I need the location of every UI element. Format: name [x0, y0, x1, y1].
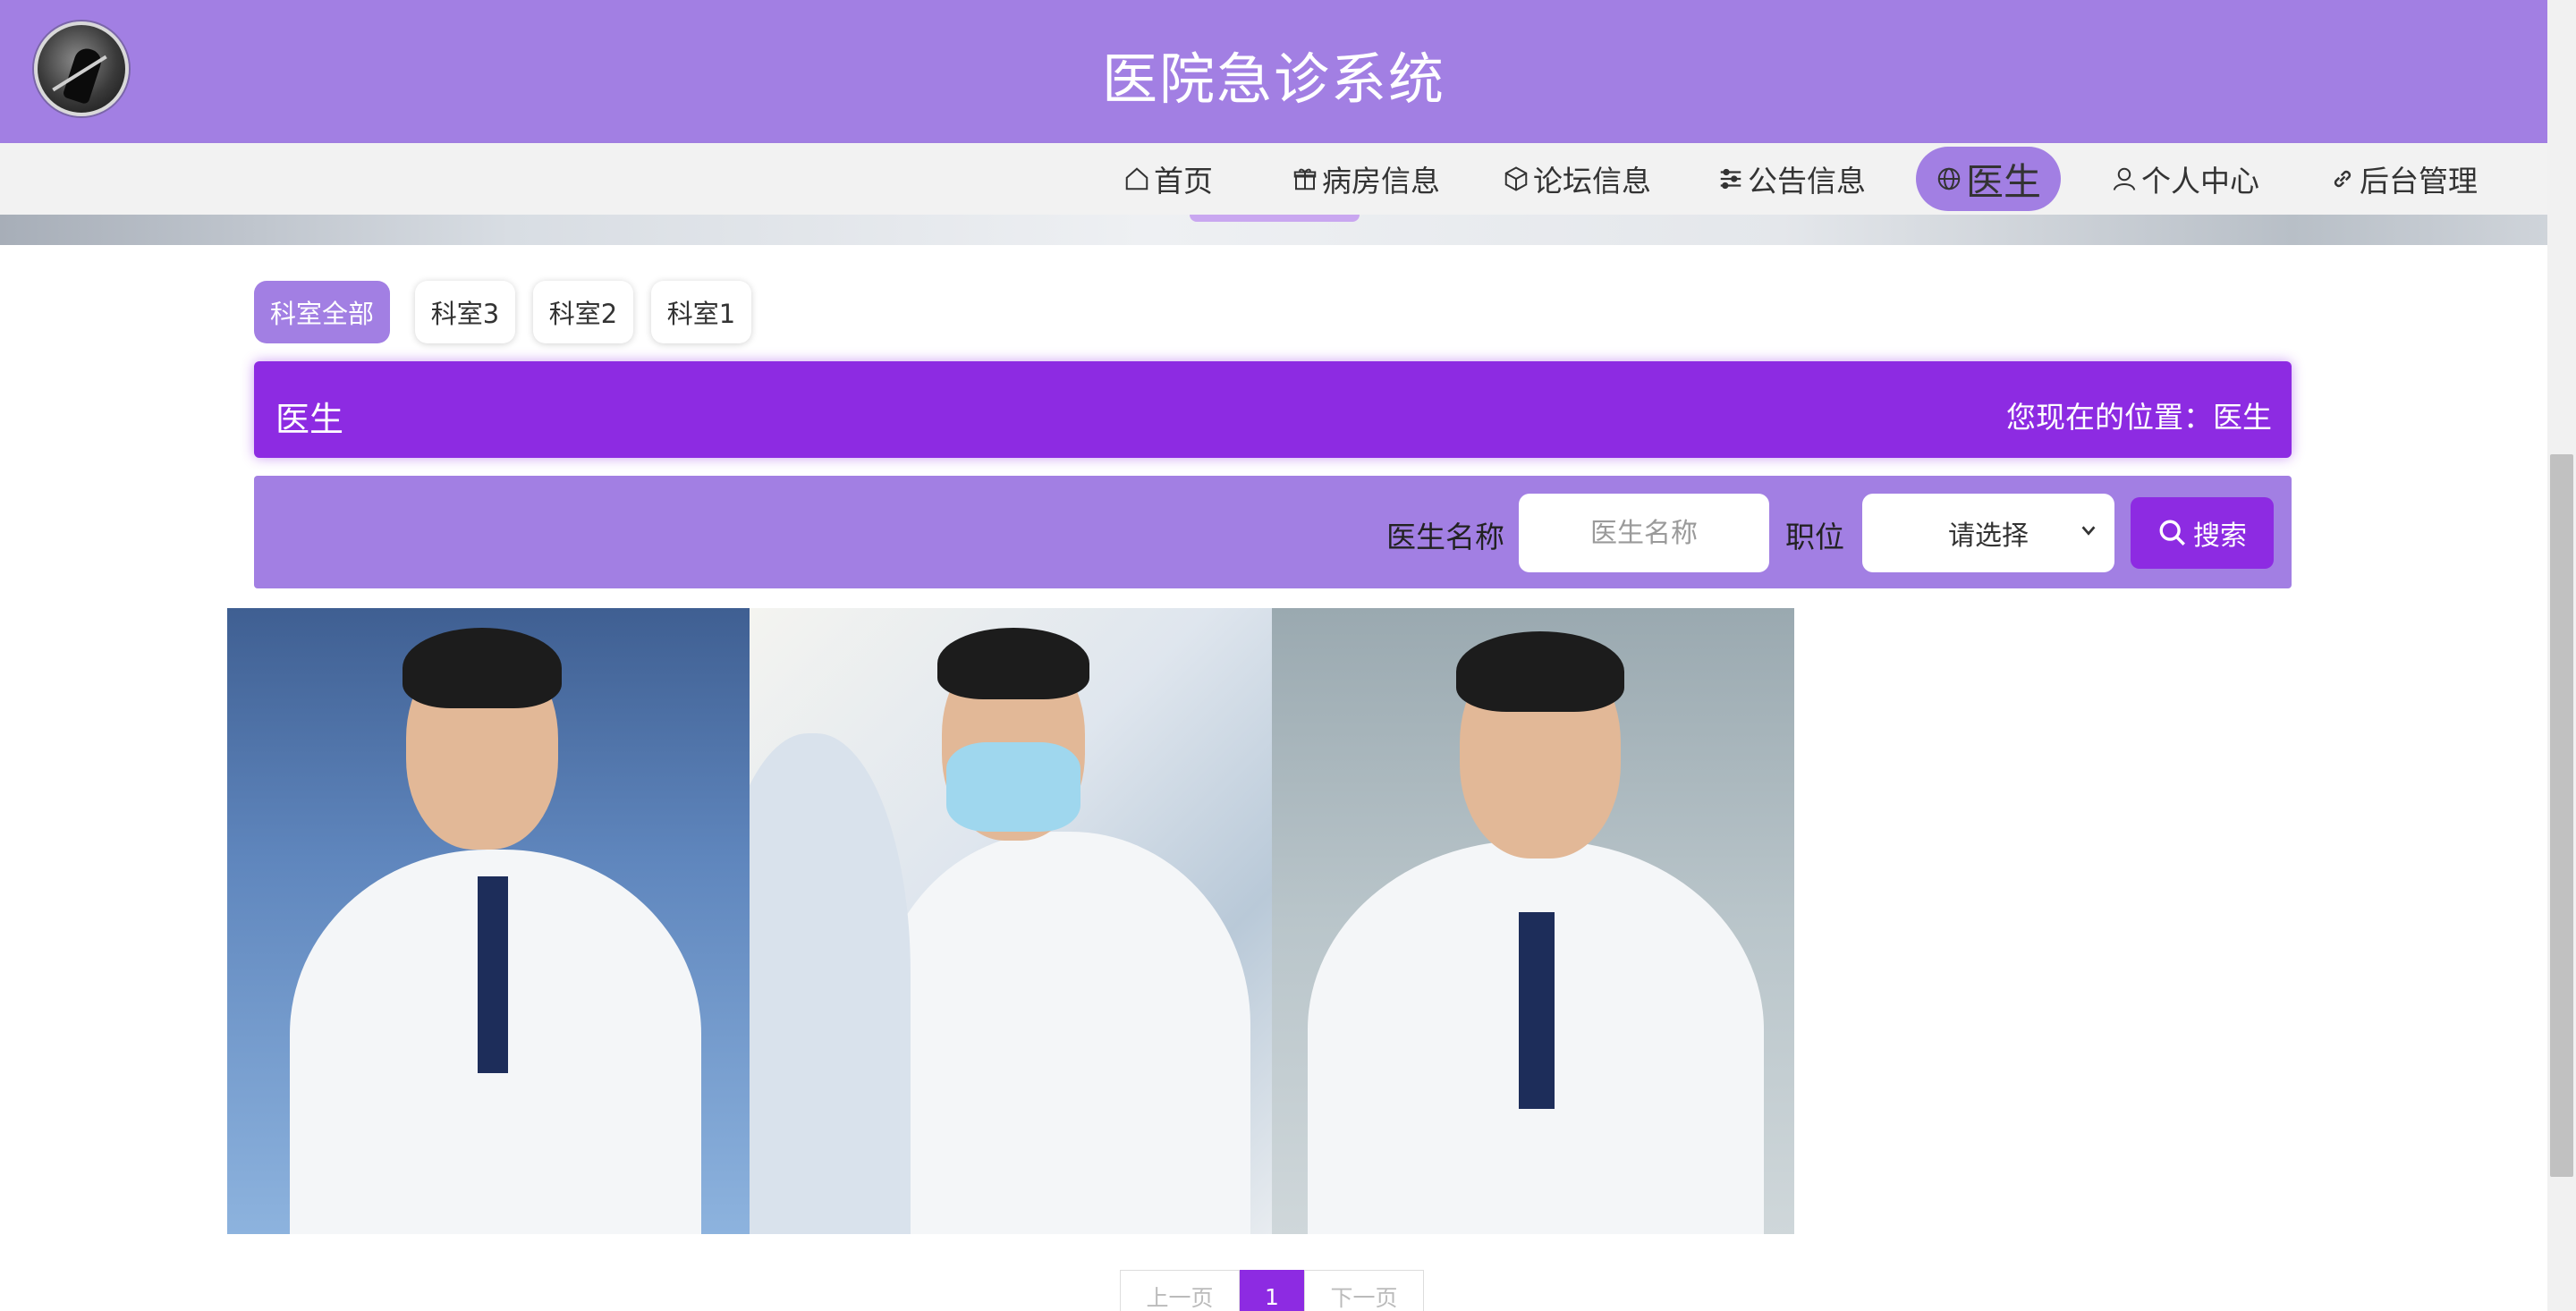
nav-item-label: 公告信息: [1748, 164, 1866, 199]
doctor-name-input[interactable]: [1519, 494, 1769, 572]
tab-department-2[interactable]: 科室2: [533, 281, 633, 343]
nav-item-home[interactable]: 首页: [1123, 147, 1213, 211]
doctor-hair: [402, 628, 562, 708]
main-nav: 首页 病房信息 论坛信息 公告信息 医生 个人中心 后台管理: [0, 143, 2547, 215]
page-title: 医生: [275, 400, 344, 439]
nav-item-doctor[interactable]: 医生: [1916, 147, 2062, 211]
page-1-button[interactable]: 1: [1240, 1270, 1304, 1311]
tab-all-departments[interactable]: 科室全部: [254, 281, 390, 343]
doctor-card-image[interactable]: [227, 608, 750, 1234]
nav-item-label: 病房信息: [1322, 164, 1440, 199]
section-title-bar: 医生 您现在的位置：医生: [254, 361, 2292, 458]
link-icon: [2334, 170, 2351, 188]
next-page-button[interactable]: 下一页: [1304, 1270, 1424, 1311]
site-header: 医院急诊系统: [0, 0, 2547, 143]
search-icon: [2159, 520, 2185, 546]
search-bar: 医生名称 职位 请选择 搜索: [254, 476, 2292, 588]
position-select[interactable]: 请选择: [1862, 494, 2114, 572]
prev-page-button[interactable]: 上一页: [1120, 1270, 1240, 1311]
nav-item-personal-center[interactable]: 个人中心: [2111, 147, 2259, 211]
user-icon: [2113, 167, 2136, 190]
nav-item-label: 医生: [1966, 159, 2042, 204]
globe-icon: [1937, 167, 1961, 190]
scrollbar-thumb[interactable]: [2550, 454, 2573, 1177]
position-label: 职位: [1785, 520, 1844, 554]
necktie: [1519, 912, 1555, 1109]
sliders-icon: [1720, 168, 1741, 190]
search-button[interactable]: 搜索: [2131, 497, 2274, 569]
gift-icon: [1293, 168, 1317, 190]
nav-item-notice-info[interactable]: 公告信息: [1717, 147, 1866, 211]
nav-item-label: 首页: [1154, 164, 1213, 199]
doctor-card-image[interactable]: [750, 608, 1272, 1234]
tab-department-1[interactable]: 科室1: [651, 281, 751, 343]
nav-item-label: 论坛信息: [1533, 164, 1651, 199]
face-mask: [946, 742, 1080, 832]
cube-icon: [1504, 166, 1528, 191]
shirt: [478, 876, 508, 1073]
chevron-down-icon: [2081, 526, 2096, 536]
tab-department-3[interactable]: 科室3: [415, 281, 515, 343]
doctor-hair: [937, 628, 1089, 699]
search-button-label: 搜索: [2193, 520, 2247, 552]
white-coat: [875, 832, 1250, 1234]
nav-item-label: 个人中心: [2141, 164, 2259, 199]
nav-item-label: 后台管理: [2360, 164, 2478, 199]
nav-item-ward-info[interactable]: 病房信息: [1292, 147, 1440, 211]
position-select-value: 请选择: [1948, 520, 2029, 552]
site-title: 医院急诊系统: [1101, 47, 1445, 112]
nav-item-forum-info[interactable]: 论坛信息: [1503, 147, 1651, 211]
home-icon: [1125, 167, 1148, 190]
breadcrumb: 您现在的位置：医生: [2006, 400, 2272, 435]
doctor-card-image[interactable]: [1272, 608, 1794, 1234]
doctor-hair: [1456, 631, 1624, 712]
doctor-name-label: 医生名称: [1386, 520, 1504, 554]
nav-item-admin[interactable]: 后台管理: [2329, 147, 2478, 211]
banner-indicator: [1190, 215, 1360, 222]
